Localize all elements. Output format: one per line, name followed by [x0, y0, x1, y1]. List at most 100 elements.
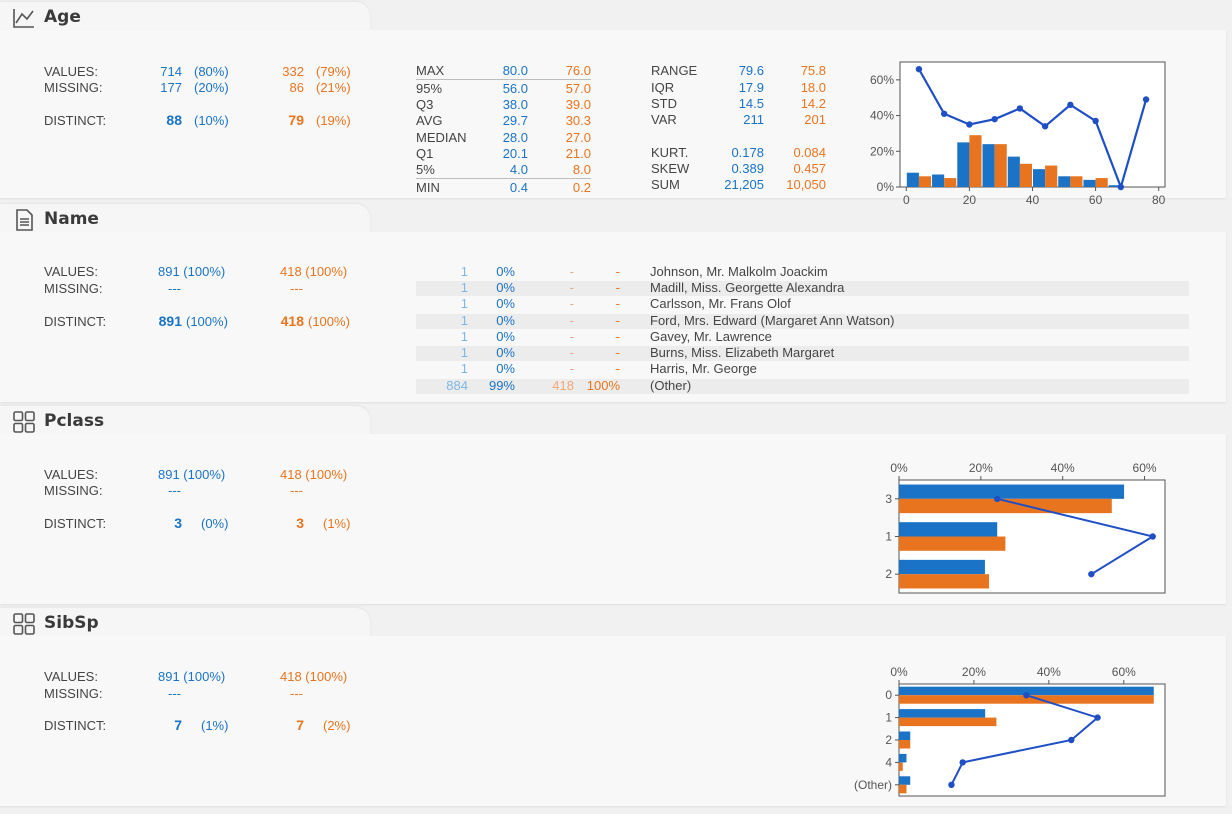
distinct-label: DISTINCT: [44, 718, 107, 733]
row-count-a: 1 [460, 264, 468, 279]
stat-b: 201 [804, 112, 826, 127]
row-count-a: 1 [460, 313, 468, 328]
trend-point [940, 110, 948, 117]
row-pct-b: - [615, 280, 620, 295]
trend-point [1094, 714, 1101, 721]
grid-icon [13, 411, 35, 433]
distinct-pct-a: (10%) [194, 113, 229, 128]
row-count-b: - [569, 345, 574, 360]
values-pct-a: (80%) [194, 64, 229, 79]
trend-point [1092, 117, 1099, 125]
missing-count-a: --- [168, 281, 181, 296]
row-pct-a: 0% [496, 264, 515, 279]
histogram-bar-a [906, 172, 919, 187]
row-count-a: 1 [460, 296, 468, 311]
grid-icon [13, 613, 35, 635]
row-pct-b: - [615, 329, 620, 344]
distinct-count-a: 891 [158, 313, 182, 329]
row-count-a: 1 [460, 361, 468, 376]
row-pct-a: 0% [496, 280, 515, 295]
row-count-a: 884 [446, 378, 468, 393]
bar-b [899, 717, 997, 727]
values-count-a: 891 (100%) [158, 264, 226, 279]
quantile-label: MEDIAN [416, 130, 467, 145]
trend-point [1088, 570, 1095, 578]
values-pct-b: (79%) [316, 64, 351, 79]
bar-b [899, 536, 1006, 551]
stat-a: 14.5 [738, 96, 764, 111]
distinct-count-a: 7 [174, 717, 182, 733]
missing-label: MISSING: [44, 281, 103, 296]
row-count-b: - [569, 296, 574, 311]
trend-point [1117, 183, 1125, 191]
missing-pct-b: (21%) [316, 80, 351, 95]
row-pct-b: 100% [586, 378, 620, 393]
row-count-a: 1 [460, 280, 468, 295]
values-count-a: 891 (100%) [158, 669, 226, 684]
values-count-a: 714 [160, 64, 182, 79]
y-tick-label: 60% [870, 73, 894, 87]
quantile-a: 56.0 [502, 81, 528, 96]
stat-a: 0.178 [731, 145, 764, 160]
histogram-bar-a [1007, 156, 1020, 187]
distinct-pct-b: (19%) [316, 113, 351, 128]
trend-point [1149, 533, 1156, 540]
row-count-b: - [569, 361, 574, 376]
values-count-a: 891 (100%) [158, 467, 226, 482]
trend-point [1142, 96, 1150, 103]
quantile-a: 0.4 [509, 180, 528, 195]
x-tick-label: 40% [1051, 461, 1075, 475]
stat-a: 211 [743, 112, 764, 127]
divider [416, 79, 591, 80]
x-tick-label: 20% [962, 665, 986, 679]
bar-a [899, 522, 998, 537]
row-pct-a: 0% [496, 313, 515, 328]
values-label: VALUES: [44, 467, 98, 482]
quantile-b: 0.2 [572, 180, 591, 195]
bar-a [899, 776, 911, 785]
bar-a [899, 753, 907, 763]
sibsp-tab[interactable]: SibSp [0, 608, 370, 638]
pclass-tab[interactable]: Pclass [0, 406, 370, 436]
row-count-a: 1 [460, 345, 468, 360]
age-tab[interactable]: Age [0, 2, 370, 32]
row-label: Burns, Miss. Elizabeth Margaret [650, 345, 835, 360]
values-label: VALUES: [44, 64, 98, 79]
quantile-b: 57.0 [565, 81, 591, 96]
values-count-b: 332 [282, 64, 304, 79]
name-tab[interactable]: Name [0, 204, 370, 234]
trend-point [1023, 692, 1030, 699]
name-panel: VALUES: MISSING: DISTINCT: 891 (100%) --… [0, 232, 1226, 402]
row-pct-a: 99% [488, 378, 515, 393]
row-pct-a: 0% [496, 296, 515, 311]
stat-b: 75.8 [800, 63, 826, 78]
x-tick-label: 60% [1133, 461, 1157, 475]
bar-a [899, 731, 911, 740]
row-count-b: - [569, 280, 574, 295]
stat-a: 21,205 [724, 177, 764, 192]
histogram-bar-b [944, 178, 957, 187]
x-tick-label: 0% [890, 665, 908, 679]
missing-count-a: --- [168, 483, 181, 498]
trend-point [1041, 123, 1049, 130]
row-pct-b: - [615, 345, 620, 360]
distinct-pct-a: (100%) [186, 314, 228, 329]
section-title: Age [44, 7, 81, 27]
row-count-b: - [569, 264, 574, 279]
category-label: (Other) [854, 778, 892, 792]
quantile-label: 95% [416, 81, 443, 96]
values-label: VALUES: [44, 669, 98, 684]
stat-a: 0.389 [731, 161, 764, 176]
distinct-pct-b: (100%) [308, 314, 350, 329]
y-tick-label: 20% [870, 144, 894, 158]
trend-point [1067, 101, 1074, 109]
row-pct-b: - [615, 313, 620, 328]
stat-label: SUM [651, 177, 680, 192]
trend-point [948, 781, 955, 788]
distinct-pct-a: (1%) [201, 718, 229, 733]
histogram-bar-b [1019, 163, 1032, 187]
document-icon [16, 209, 33, 231]
row-count-a: 1 [460, 329, 468, 344]
quantile-a: 38.0 [502, 97, 528, 112]
histogram-bar-a [1058, 176, 1071, 187]
